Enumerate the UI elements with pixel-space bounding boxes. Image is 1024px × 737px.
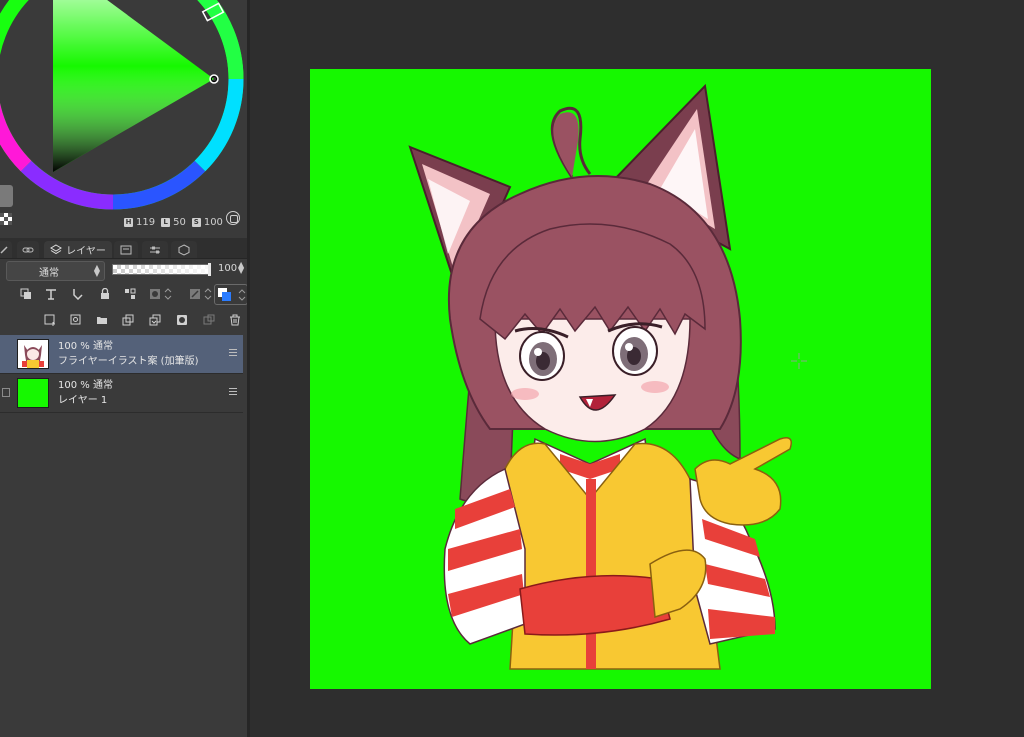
- ruler-button[interactable]: [189, 288, 201, 300]
- mask-options-stepper[interactable]: [164, 288, 172, 300]
- opacity-stepper[interactable]: ▲ ▼: [238, 261, 244, 275]
- hsv-tag-s: S: [191, 218, 201, 227]
- lock-transparency-button[interactable]: [124, 288, 136, 300]
- draft-layer-button[interactable]: [45, 288, 57, 300]
- layer-menu-icon[interactable]: [229, 388, 237, 397]
- tab-brush[interactable]: [0, 241, 12, 258]
- layer-property-icon: [120, 245, 132, 254]
- lock-layer-button[interactable]: [99, 288, 111, 300]
- new-layer-icon: [44, 314, 55, 326]
- blend-mode-value: 通常: [39, 267, 59, 279]
- chevron-updown-icon: [164, 288, 172, 300]
- layer-name: フライヤーイラスト案 (加筆版): [58, 356, 199, 367]
- layer-meta: 100 % 通常: [58, 380, 113, 391]
- delete-layer-button[interactable]: [229, 314, 241, 326]
- new-vector-layer-icon: [70, 314, 81, 325]
- tab-layer[interactable]: レイヤー: [44, 241, 112, 258]
- layer-info: 100 % 通常 フライヤーイラスト案 (加筆版): [58, 339, 198, 369]
- new-vector-layer-button[interactable]: [70, 314, 82, 326]
- mask-enable-button[interactable]: [149, 288, 161, 300]
- hsv-value-h: 119: [136, 217, 156, 228]
- transparency-lock-icon: [125, 288, 136, 299]
- layer-visibility-checkbox[interactable]: [2, 388, 10, 397]
- panel-tab-bar: レイヤー: [0, 238, 247, 259]
- apply-mask-icon: [203, 314, 215, 325]
- ruler-icon: [190, 289, 200, 299]
- layer-thumbnail: [17, 378, 49, 408]
- drawing-canvas[interactable]: [310, 69, 931, 689]
- layer-info: 100 % 通常 レイヤー 1: [58, 378, 113, 408]
- mask-create-icon: [177, 315, 187, 325]
- hsv-value-l: 50: [173, 217, 186, 228]
- opacity-slider[interactable]: [112, 263, 211, 276]
- color-settings-icon[interactable]: [226, 211, 240, 225]
- transfer-to-lower-button[interactable]: [122, 314, 134, 326]
- apply-mask-button[interactable]: [203, 314, 215, 326]
- chevron-updown-icon: ▲ ▼: [93, 263, 100, 278]
- layer-name: レイヤー 1: [58, 395, 108, 406]
- illustration-artwork: [408, 83, 792, 670]
- opacity-slider-fill: [113, 265, 210, 274]
- tab-link[interactable]: [17, 241, 39, 258]
- hsv-readout: H 119 L 50 S 100: [124, 217, 226, 228]
- layer-row-illustration[interactable]: 100 % 通常 フライヤーイラスト案 (加筆版): [0, 335, 243, 374]
- opacity-slider-handle[interactable]: [208, 263, 211, 276]
- chevron-updown-icon: [238, 289, 246, 301]
- layers-icon: [50, 243, 63, 254]
- trash-icon: [230, 314, 240, 326]
- tab-layer-property[interactable]: [114, 241, 138, 258]
- tab-sub-view[interactable]: [142, 241, 168, 258]
- folder-icon: [97, 317, 107, 324]
- illustration-thumbnail-image: [18, 340, 48, 368]
- blend-mode-select[interactable]: 通常 ▲ ▼: [6, 261, 105, 281]
- new-folder-button[interactable]: [96, 314, 108, 326]
- merge-down-button[interactable]: [149, 314, 161, 326]
- draft-layer-icon: [46, 289, 56, 300]
- sliders-icon: [150, 246, 160, 253]
- lock-icon: [101, 288, 109, 299]
- mask-icon: [150, 289, 160, 299]
- hsv-value-s: 100: [203, 217, 223, 228]
- transparent-color-swatch[interactable]: [0, 213, 12, 225]
- layer-list: 100 % 通常 フライヤーイラスト案 (加筆版) 100 % 通常 レイヤー …: [0, 335, 243, 413]
- tab-3d[interactable]: [171, 241, 197, 258]
- merge-layer-icon: [149, 314, 161, 326]
- canvas-crosshair-icon: [791, 353, 807, 369]
- hsv-tag-l: L: [161, 218, 171, 227]
- new-raster-layer-button[interactable]: [44, 314, 56, 326]
- brush-icon: [0, 245, 8, 254]
- color-wheel[interactable]: [0, 0, 247, 237]
- transfer-layer-icon: [122, 314, 134, 326]
- layer-meta: 100 % 通常: [58, 341, 113, 352]
- left-panel: H 119 L 50 S 100 レイヤー 通常 ▲ ▼ 100 ▲ ▼ 100…: [0, 0, 247, 737]
- reference-layer-icon: [20, 288, 31, 299]
- main-color-swatch[interactable]: [0, 185, 13, 207]
- tab-layer-label: レイヤー: [66, 246, 106, 257]
- clip-icon: [73, 289, 83, 300]
- reference-layer-button[interactable]: [20, 288, 32, 300]
- color-wheel-panel: H 119 L 50 S 100: [0, 0, 247, 237]
- layer-color-icon: [218, 288, 231, 301]
- clip-layer-button[interactable]: [72, 288, 84, 300]
- hsv-tag-h: H: [124, 218, 133, 227]
- layer-thumbnail: [17, 339, 49, 369]
- cube-icon: [178, 243, 190, 256]
- ruler-options-stepper[interactable]: [204, 288, 212, 300]
- layer-menu-icon[interactable]: [229, 349, 237, 358]
- create-mask-button[interactable]: [176, 314, 188, 326]
- layer-row-layer-1[interactable]: 100 % 通常 レイヤー 1: [0, 374, 243, 413]
- opacity-value: 100: [218, 263, 238, 274]
- layer-color-button[interactable]: [214, 284, 247, 305]
- link-icon: [22, 247, 34, 252]
